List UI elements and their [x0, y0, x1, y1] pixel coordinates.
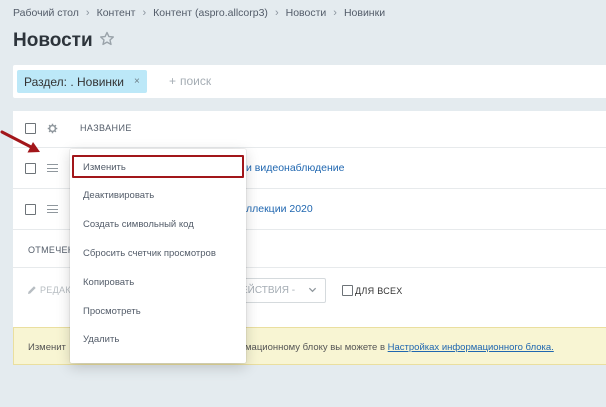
- column-header-title[interactable]: НАЗВАНИЕ: [80, 123, 132, 133]
- breadcrumb-separator-icon: ›: [85, 7, 90, 19]
- close-icon[interactable]: ×: [134, 76, 140, 87]
- notice-text: мационному блоку вы можете в Настройках …: [245, 342, 554, 353]
- filter-tag-label: Раздел: . Новинки: [24, 74, 124, 89]
- menu-item-deactivate[interactable]: Деактивировать: [83, 190, 154, 201]
- grid-header: НАЗВАНИЕ: [13, 111, 606, 148]
- gear-icon[interactable]: [47, 123, 58, 134]
- annotation-arrow-icon: [0, 130, 40, 153]
- edit-button[interactable]: РЕДАК: [40, 285, 71, 295]
- breadcrumb-separator-icon: ›: [333, 7, 337, 19]
- breadcrumb-separator-icon: ›: [142, 7, 147, 19]
- search-input[interactable]: поиск: [180, 74, 211, 88]
- menu-item-delete[interactable]: Удалить: [83, 334, 119, 345]
- notice-text-start: Изменит: [28, 342, 66, 353]
- row-title-link[interactable]: ллекции 2020: [246, 203, 313, 215]
- apply-to-all-label: ДЛЯ ВСЕХ: [355, 286, 403, 296]
- breadcrumb-news[interactable]: Новости: [286, 7, 327, 19]
- notice-text-middle: мационному блоку вы можете в: [245, 342, 386, 353]
- row-checkbox[interactable]: [25, 163, 36, 174]
- selected-count-label: ОТМЕЧЕН: [28, 245, 75, 255]
- menu-item-view[interactable]: Просмотреть: [83, 306, 141, 317]
- row-title-link[interactable]: и видеонаблюдение: [246, 162, 344, 174]
- menu-item-reset-views[interactable]: Сбросить счетчик просмотров: [83, 248, 216, 259]
- menu-item-copy[interactable]: Копировать: [83, 277, 134, 288]
- breadcrumb: Рабочий стол › Контент › Контент (aspro.…: [13, 7, 385, 19]
- page-title: Новости: [13, 30, 93, 51]
- iblock-settings-link[interactable]: Настройках информационного блока.: [388, 342, 554, 353]
- menu-item-edit[interactable]: Изменить: [83, 162, 126, 173]
- row-menu-icon[interactable]: [47, 205, 58, 213]
- chevron-down-icon: [308, 287, 317, 293]
- actions-select-value: ЕЙСТВИЯ -: [241, 285, 296, 296]
- breadcrumb-content-allcorp[interactable]: Контент (aspro.allcorp3): [153, 7, 268, 19]
- pencil-icon: [28, 286, 36, 294]
- plus-icon: +: [169, 74, 177, 88]
- row-context-menu: Изменить Деактивировать Создать символьн…: [70, 149, 246, 363]
- breadcrumb-new-items[interactable]: Новинки: [344, 7, 385, 19]
- row-menu-icon[interactable]: [47, 164, 58, 172]
- breadcrumb-content[interactable]: Контент: [97, 7, 136, 19]
- star-icon[interactable]: [99, 31, 115, 47]
- apply-to-all-checkbox[interactable]: [342, 285, 353, 296]
- breadcrumb-separator-icon: ›: [274, 7, 279, 19]
- breadcrumb-desktop[interactable]: Рабочий стол: [13, 7, 79, 19]
- filter-tag-section[interactable]: Раздел: . Новинки ×: [17, 70, 147, 93]
- row-checkbox[interactable]: [25, 204, 36, 215]
- menu-item-create-code[interactable]: Создать символьный код: [83, 219, 194, 230]
- filter-search-bar[interactable]: Раздел: . Новинки × + поиск: [13, 65, 606, 98]
